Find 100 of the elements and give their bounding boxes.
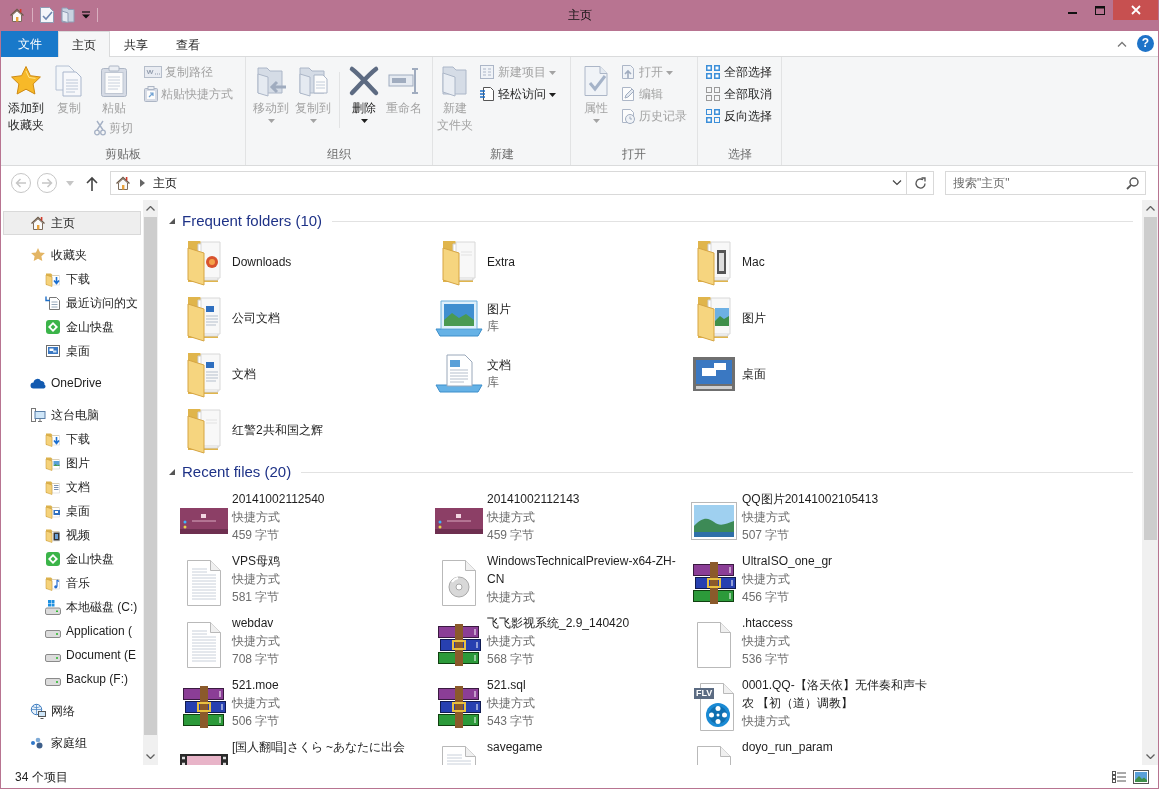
nav-item[interactable]: 网络 xyxy=(3,699,141,723)
section-title[interactable]: Frequent folders (10) xyxy=(182,211,323,231)
file-type: 快捷方式 xyxy=(232,509,280,526)
nav-item[interactable]: 金山快盘 xyxy=(3,315,141,339)
folder-icon xyxy=(696,238,732,286)
large-icons-view-icon xyxy=(1133,769,1149,784)
nav-item[interactable]: 音乐 xyxy=(3,571,141,595)
folder-name[interactable]: 红警2共和国之辉 xyxy=(232,421,323,439)
nav-item[interactable]: 家庭组 xyxy=(3,731,141,755)
folder-name[interactable]: Downloads xyxy=(232,253,292,271)
folder-name[interactable]: Mac xyxy=(742,253,765,271)
breadcrumb-item[interactable]: 主页 xyxy=(153,174,177,192)
file-name[interactable]: 20141002112143 xyxy=(487,490,580,508)
caret-icon xyxy=(666,71,673,75)
file-name[interactable]: 20141002112540 xyxy=(232,490,325,508)
file-type: 快捷方式 xyxy=(742,509,790,526)
nav-item[interactable]: 收藏夹 xyxy=(3,243,141,267)
file-name[interactable]: 521.moe xyxy=(232,676,279,694)
scrollbar-thumb[interactable] xyxy=(1143,217,1157,540)
maximize-icon[interactable] xyxy=(1094,5,1105,15)
nav-item[interactable]: Backup (F:) xyxy=(3,667,141,691)
ribbon-button[interactable]: 轻松访问 xyxy=(477,83,558,105)
nav-item[interactable]: 金山快盘 xyxy=(3,547,141,571)
drive-icon xyxy=(45,677,61,686)
up-arrow-icon[interactable] xyxy=(86,175,98,191)
ribbon-button[interactable]: 全部取消 xyxy=(703,83,774,105)
file-type: 快捷方式 xyxy=(742,633,790,650)
home-icon[interactable] xyxy=(115,175,131,191)
ribbon-tab[interactable]: 共享 xyxy=(110,31,162,57)
dropdown-chevron-icon[interactable] xyxy=(892,180,902,186)
nav-item[interactable]: 下载 xyxy=(3,267,141,291)
ribbon-button[interactable]: 反向选择 xyxy=(703,105,774,127)
chevron-up-icon[interactable] xyxy=(1117,40,1127,47)
nav-item[interactable]: 这台电脑 xyxy=(3,403,141,427)
file-tab[interactable]: 文件 xyxy=(1,31,58,57)
new-folder-icon[interactable] xyxy=(61,7,75,23)
triangle-icon[interactable] xyxy=(168,468,176,476)
file-name[interactable]: VPS母鸡 xyxy=(232,552,280,570)
folder-name[interactable]: 文档 xyxy=(232,365,256,383)
scroll-up-icon[interactable] xyxy=(1145,206,1155,211)
nav-item[interactable]: 桌面 xyxy=(3,499,141,523)
nav-item[interactable]: 最近访问的文 xyxy=(3,291,141,315)
nav-item[interactable]: Application ( xyxy=(3,619,141,643)
folder-name[interactable]: 图片 xyxy=(487,301,511,318)
search-icon[interactable] xyxy=(1126,177,1139,190)
search-field[interactable]: 搜索"主页" xyxy=(945,171,1146,195)
file-name[interactable]: savegame xyxy=(487,738,543,756)
customize-caret-icon[interactable] xyxy=(82,11,90,19)
nav-item[interactable]: 文档 xyxy=(3,475,141,499)
ribbon-button[interactable]: 删除 xyxy=(346,65,382,123)
ribbon-tab[interactable]: 主页 xyxy=(58,31,110,57)
nav-item[interactable]: 本地磁盘 (C:) xyxy=(3,595,141,619)
file-type: 快捷方式 xyxy=(487,509,535,526)
folder-copy-icon xyxy=(297,65,329,97)
nav-item[interactable]: 图片 xyxy=(3,451,141,475)
ribbon-tab[interactable]: 查看 xyxy=(162,31,214,57)
scroll-up-icon[interactable] xyxy=(146,206,155,211)
book-stack-icon xyxy=(181,685,227,729)
help-button[interactable]: ? xyxy=(1137,35,1154,52)
address-bar[interactable]: 主页 xyxy=(110,171,907,195)
nav-item[interactable]: 视频 xyxy=(3,523,141,547)
file-name[interactable]: QQ图片20141002105413 xyxy=(742,490,879,508)
nav-item[interactable]: 主页 xyxy=(3,211,141,235)
file-name[interactable]: 521.sql xyxy=(487,676,526,694)
refresh-button[interactable] xyxy=(907,171,934,195)
close-button[interactable] xyxy=(1113,0,1158,20)
folder-name[interactable]: 文档 xyxy=(487,357,511,374)
folder-arrow-icon xyxy=(255,65,287,97)
music-folder-icon xyxy=(45,575,61,591)
folder-name[interactable]: 图片 xyxy=(742,309,766,327)
scrollbar-thumb[interactable] xyxy=(144,217,157,735)
ribbon-button[interactable]: 全部选择 xyxy=(703,61,774,83)
folder-name[interactable]: 桌面 xyxy=(742,365,766,383)
file-size: 507 字节 xyxy=(742,527,790,544)
scroll-down-icon[interactable] xyxy=(146,754,155,759)
triangle-icon[interactable] xyxy=(168,217,176,225)
file-name[interactable]: 飞飞影视系统_2.9_140420 xyxy=(487,614,630,632)
file-name[interactable]: doyo_run_param xyxy=(742,738,833,756)
folder-name[interactable]: 公司文档 xyxy=(232,309,280,327)
scissors-icon xyxy=(94,120,106,136)
folder-name[interactable]: Extra xyxy=(487,253,515,271)
nav-item[interactable]: Document (E xyxy=(3,643,141,667)
file-name[interactable]: 0001.QQ-【洛天依】无伴奏和声卡农 【初（道）调教】 xyxy=(742,676,934,712)
open-icon xyxy=(620,64,636,80)
nav-item[interactable]: 下载 xyxy=(3,427,141,451)
breadcrumb-arrow-icon[interactable] xyxy=(140,179,145,187)
properties-icon[interactable] xyxy=(40,7,54,23)
ribbon-button[interactable]: 添加到 收藏夹 xyxy=(6,65,46,134)
file-name[interactable]: WindowsTechnicalPreview-x64-ZH-CN xyxy=(487,552,679,588)
nav-item[interactable]: OneDrive xyxy=(3,371,141,395)
file-size: 536 字节 xyxy=(742,651,790,668)
section-title[interactable]: Recent files (20) xyxy=(182,462,292,482)
scroll-down-icon[interactable] xyxy=(1145,754,1155,759)
file-name[interactable]: UltraISO_one_gr xyxy=(742,552,833,570)
file-name[interactable]: [国人翻唱]さくら ~あなたに出会 xyxy=(232,738,405,756)
book-stack-icon xyxy=(691,561,737,605)
file-name[interactable]: webdav xyxy=(232,614,274,632)
file-name[interactable]: .htaccess xyxy=(742,614,793,632)
home-icon[interactable] xyxy=(9,7,25,23)
nav-item[interactable]: 桌面 xyxy=(3,339,141,363)
